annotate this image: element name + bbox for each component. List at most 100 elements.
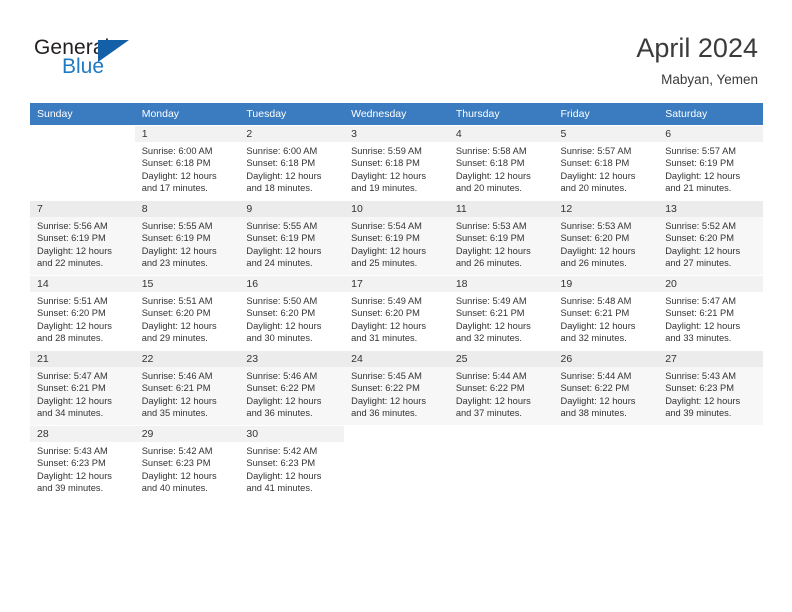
calendar-day-cell[interactable]: 13 Sunrise: 5:52 AM Sunset: 6:20 PM Dayligh… (658, 200, 763, 276)
day-detail-daylight-line1: Daylight: 12 hours (455, 395, 531, 406)
day-detail-sunset: Sunset: 6:23 PM (665, 383, 734, 394)
brand-logo[interactable]: General Blue (34, 36, 234, 84)
calendar-day-cell[interactable]: 28 Sunrise: 5:43 AM Sunset: 6:23 PM Dayligh… (30, 425, 135, 500)
calendar-day-cell[interactable]: 24 Sunrise: 5:45 AM Sunset: 6:22 PM Dayligh… (344, 350, 449, 426)
calendar-week-row: 21 Sunrise: 5:47 AM Sunset: 6:21 PM Dayligh… (30, 350, 763, 426)
day-detail-daylight-line1: Daylight: 12 hours (665, 395, 741, 406)
day-number: 25 (455, 353, 468, 365)
day-number-row: 13 (658, 201, 763, 217)
calendar-day-cell[interactable]: 10 Sunrise: 5:54 AM Sunset: 6:19 PM Dayligh… (344, 200, 449, 276)
calendar-day-cell[interactable]: 7 Sunrise: 5:56 AM Sunset: 6:19 PM Daylight… (30, 200, 135, 276)
day-detail-daylight-line2: and 18 minutes. (246, 183, 313, 194)
day-detail-daylight-line1: Daylight: 12 hours (141, 395, 217, 406)
day-detail-daylight-line1: Daylight: 12 hours (665, 245, 741, 256)
day-number: 18 (455, 278, 468, 290)
day-number-row: 10 (344, 201, 449, 217)
calendar-day-cell[interactable]: 15 Sunrise: 5:51 AM Sunset: 6:20 PM Dayligh… (134, 275, 240, 351)
calendar-day-cell[interactable]: 6 Sunrise: 5:57 AM Sunset: 6:19 PM Daylight… (658, 125, 763, 201)
calendar-day-cell[interactable]: 27 Sunrise: 5:43 AM Sunset: 6:23 PM Dayligh… (658, 350, 763, 426)
calendar-day-cell[interactable]: 25 Sunrise: 5:44 AM Sunset: 6:22 PM Dayligh… (448, 350, 554, 426)
day-number: 10 (351, 203, 363, 215)
calendar-day-cell[interactable]: 18 Sunrise: 5:49 AM Sunset: 6:21 PM Dayligh… (448, 275, 554, 351)
day-details: Sunrise: 5:47 AM Sunset: 6:21 PM Daylight:… (658, 292, 763, 345)
calendar-day-cell[interactable]: 4 Sunrise: 5:58 AM Sunset: 6:18 PM Daylight… (448, 125, 554, 201)
calendar-cell-inner: 20 Sunrise: 5:47 AM Sunset: 6:21 PM Dayligh… (658, 276, 763, 350)
calendar-day-cell[interactable]: 16 Sunrise: 5:50 AM Sunset: 6:20 PM Dayligh… (239, 275, 345, 351)
calendar-day-cell[interactable]: 14 Sunrise: 5:51 AM Sunset: 6:20 PM Dayligh… (30, 275, 135, 351)
day-detail-daylight-line2: and 41 minutes. (246, 483, 313, 494)
calendar-day-cell[interactable]: 1 Sunrise: 6:00 AM Sunset: 6:18 PM Daylight… (134, 125, 240, 201)
calendar-day-cell[interactable]: 22 Sunrise: 5:46 AM Sunset: 6:21 PM Dayligh… (134, 350, 240, 426)
weekday-header-friday: Friday (553, 103, 659, 126)
day-detail-sunset: Sunset: 6:21 PM (37, 383, 106, 394)
calendar-day-cell[interactable]: 29 Sunrise: 5:42 AM Sunset: 6:23 PM Dayligh… (134, 425, 240, 500)
day-detail-sunset: Sunset: 6:19 PM (455, 233, 525, 244)
calendar-page: General Blue April 2024 Mabyan, Yemen Su… (0, 0, 792, 612)
day-detail-sunset: Sunset: 6:19 PM (141, 233, 211, 244)
day-detail-sunrise: Sunrise: 5:43 AM (37, 446, 108, 456)
day-detail-sunrise: Sunrise: 6:00 AM (246, 146, 318, 156)
day-detail-sunrise: Sunrise: 5:53 AM (560, 221, 632, 231)
calendar-week-row: 28 Sunrise: 5:43 AM Sunset: 6:23 PM Dayligh… (30, 425, 763, 500)
calendar-day-cell[interactable]: 2 Sunrise: 6:00 AM Sunset: 6:18 PM Daylight… (239, 125, 345, 201)
day-number (449, 426, 554, 428)
day-detail-daylight-line2: and 31 minutes. (351, 333, 418, 344)
day-details: Sunrise: 5:52 AM Sunset: 6:20 PM Daylight:… (658, 217, 763, 270)
day-detail-sunrise: Sunrise: 5:47 AM (665, 296, 737, 306)
day-details: Sunrise: 5:55 AM Sunset: 6:19 PM Daylight:… (135, 217, 240, 270)
weekday-header-saturday: Saturday (658, 103, 763, 126)
calendar-day-cell[interactable]: 11 Sunrise: 5:53 AM Sunset: 6:19 PM Dayligh… (448, 200, 554, 276)
day-details: Sunrise: 5:48 AM Sunset: 6:21 PM Daylight:… (554, 292, 659, 345)
day-detail-sunset: Sunset: 6:22 PM (351, 383, 420, 394)
calendar-day-cell[interactable]: 26 Sunrise: 5:44 AM Sunset: 6:22 PM Dayligh… (553, 350, 659, 426)
day-detail-sunrise: Sunrise: 5:59 AM (351, 146, 422, 156)
calendar-day-cell[interactable]: 23 Sunrise: 5:46 AM Sunset: 6:22 PM Dayligh… (239, 350, 345, 426)
day-details: Sunrise: 5:50 AM Sunset: 6:20 PM Daylight:… (239, 292, 344, 345)
day-detail-daylight-line1: Daylight: 12 hours (141, 470, 217, 481)
day-detail-sunset: Sunset: 6:20 PM (141, 308, 211, 319)
day-detail-daylight-line1: Daylight: 12 hours (246, 170, 322, 181)
day-detail-sunrise: Sunrise: 5:56 AM (37, 221, 108, 231)
day-detail-daylight-line2: and 39 minutes. (665, 408, 732, 419)
day-detail-daylight-line2: and 35 minutes. (141, 408, 208, 419)
calendar-day-cell[interactable]: 12 Sunrise: 5:53 AM Sunset: 6:20 PM Dayligh… (553, 200, 659, 276)
day-detail-sunset: Sunset: 6:22 PM (560, 383, 630, 394)
calendar-cell-inner: 14 Sunrise: 5:51 AM Sunset: 6:20 PM Dayligh… (30, 276, 135, 350)
day-detail-sunset: Sunset: 6:19 PM (351, 233, 420, 244)
day-detail-daylight-line2: and 32 minutes. (560, 333, 627, 344)
day-detail-sunrise: Sunrise: 5:51 AM (37, 296, 108, 306)
calendar-day-cell[interactable]: 20 Sunrise: 5:47 AM Sunset: 6:21 PM Dayligh… (658, 275, 763, 351)
calendar-day-cell[interactable]: 19 Sunrise: 5:48 AM Sunset: 6:21 PM Dayligh… (553, 275, 659, 351)
calendar-cell-inner: 8 Sunrise: 5:55 AM Sunset: 6:19 PM Daylight… (134, 201, 240, 275)
calendar-week-row: 7 Sunrise: 5:56 AM Sunset: 6:19 PM Daylight… (30, 200, 763, 276)
day-number: 21 (37, 353, 49, 365)
day-number-row (554, 426, 659, 442)
day-number: 6 (665, 128, 672, 140)
calendar-day-cell[interactable]: 21 Sunrise: 5:47 AM Sunset: 6:21 PM Dayligh… (30, 350, 135, 426)
calendar-day-cell[interactable]: 9 Sunrise: 5:55 AM Sunset: 6:19 PM Daylight… (239, 200, 345, 276)
day-detail-daylight-line1: Daylight: 12 hours (560, 170, 636, 181)
day-detail-daylight-line1: Daylight: 12 hours (560, 320, 636, 331)
day-detail-sunset: Sunset: 6:18 PM (351, 158, 420, 169)
calendar-day-cell[interactable]: 17 Sunrise: 5:49 AM Sunset: 6:20 PM Dayligh… (344, 275, 449, 351)
day-detail-daylight-line2: and 26 minutes. (560, 258, 627, 269)
calendar-day-cell[interactable]: 30 Sunrise: 5:42 AM Sunset: 6:23 PM Dayligh… (239, 425, 345, 500)
day-number-row: 27 (658, 351, 763, 367)
day-detail-sunrise: Sunrise: 5:48 AM (560, 296, 632, 306)
calendar-day-cell[interactable]: 3 Sunrise: 5:59 AM Sunset: 6:18 PM Daylight… (344, 125, 449, 201)
day-detail-daylight-line2: and 20 minutes. (560, 183, 627, 194)
page-header: General Blue April 2024 Mabyan, Yemen (0, 0, 792, 100)
calendar-day-cell[interactable]: 8 Sunrise: 5:55 AM Sunset: 6:19 PM Daylight… (134, 200, 240, 276)
day-detail-daylight-line1: Daylight: 12 hours (560, 395, 636, 406)
day-details: Sunrise: 5:44 AM Sunset: 6:22 PM Daylight:… (449, 367, 554, 420)
day-details: Sunrise: 5:49 AM Sunset: 6:21 PM Daylight:… (449, 292, 554, 345)
day-number: 11 (455, 203, 467, 215)
day-number: 7 (37, 203, 43, 215)
calendar-day-cell[interactable]: 5 Sunrise: 5:57 AM Sunset: 6:18 PM Daylight… (553, 125, 659, 201)
day-number-row: 8 (134, 201, 240, 217)
day-details: Sunrise: 5:45 AM Sunset: 6:22 PM Daylight:… (344, 367, 449, 420)
month-calendar: Sunday Monday Tuesday Wednesday Thursday… (30, 103, 763, 500)
day-details: Sunrise: 5:43 AM Sunset: 6:23 PM Daylight:… (30, 442, 135, 495)
day-detail-daylight-line2: and 24 minutes. (246, 258, 313, 269)
day-detail-sunset: Sunset: 6:21 PM (665, 308, 734, 319)
